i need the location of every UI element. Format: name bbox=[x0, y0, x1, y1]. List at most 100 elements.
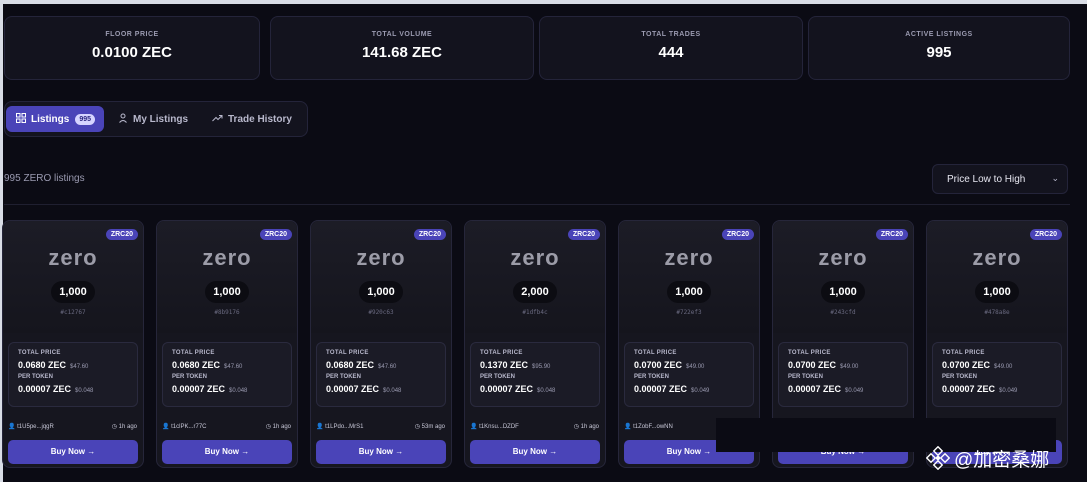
listing-card[interactable]: ZRC20 zero 1,000 #920c63 TOTAL PRICE 0.0… bbox=[310, 220, 452, 468]
sort-select[interactable]: Price Low to High ⌄ bbox=[932, 164, 1068, 194]
listings-count-badge: 995 bbox=[75, 113, 96, 125]
watermark: @加密桑娜 bbox=[926, 444, 1086, 472]
token-amount: 1,000 bbox=[821, 281, 865, 303]
tab-listings[interactable]: Listings 995 bbox=[6, 106, 104, 132]
buy-now-button[interactable]: Buy Now → bbox=[162, 440, 292, 464]
price-box: TOTAL PRICE 0.0700 ZEC $49.00 PER TOKEN 0… bbox=[932, 342, 1062, 407]
token-amount: 1,000 bbox=[975, 281, 1019, 303]
per-token-zec: 0.00007 ZEC bbox=[942, 384, 996, 394]
seller-address: 👤 t1clPK...r77C bbox=[162, 424, 207, 430]
price-box: TOTAL PRICE 0.0700 ZEC $49.00 PER TOKEN 0… bbox=[624, 342, 754, 407]
stat-floor-price: FLOOR PRICE 0.0100 ZEC bbox=[4, 16, 260, 80]
zrc20-badge: ZRC20 bbox=[1029, 229, 1062, 240]
token-amount: 2,000 bbox=[513, 281, 557, 303]
total-price-zec: 0.0680 ZEC bbox=[18, 360, 67, 370]
watermark-text: @加密桑娜 bbox=[954, 449, 1050, 471]
divider bbox=[4, 204, 1070, 205]
buy-now-button[interactable]: Buy Now → bbox=[316, 440, 446, 464]
per-token-label: PER TOKEN bbox=[480, 374, 515, 380]
stat-label: TOTAL TRADES bbox=[641, 31, 701, 38]
zero-logo: zero bbox=[972, 245, 1022, 270]
per-token-zec: 0.00007 ZEC bbox=[480, 384, 534, 394]
per-token-usd: $0.049 bbox=[999, 388, 1018, 394]
zrc20-badge: ZRC20 bbox=[413, 229, 446, 240]
stat-value: 0.0100 ZEC bbox=[91, 44, 173, 61]
token-image: ZRC20 zero 1,000 #8b9176 bbox=[157, 221, 297, 333]
total-price-usd: $47.60 bbox=[224, 364, 243, 370]
seller-text: t1ZobF...owNN bbox=[633, 424, 673, 430]
total-price-zec: 0.0700 ZEC bbox=[788, 360, 837, 370]
zero-logo: zero bbox=[664, 245, 714, 270]
total-price-label: TOTAL PRICE bbox=[788, 350, 831, 356]
total-price-zec: 0.0700 ZEC bbox=[942, 360, 991, 370]
zrc20-badge: ZRC20 bbox=[875, 229, 908, 240]
age-text: 1h ago bbox=[118, 424, 137, 430]
seller-address: 👤 t1ZobF...owNN bbox=[624, 424, 673, 430]
seller-text: t1U5pe...jqgR bbox=[17, 424, 54, 430]
total-price-label: TOTAL PRICE bbox=[634, 350, 677, 356]
inscription-hash: #1dfb4c bbox=[522, 309, 548, 316]
listing-card[interactable]: ZRC20 zero 1,000 #8b9176 TOTAL PRICE 0.0… bbox=[156, 220, 298, 468]
chevron-down-icon: ⌄ bbox=[1051, 173, 1059, 183]
listing-age: ◷ 53m ago bbox=[414, 424, 445, 430]
inscription-hash: #478a8e bbox=[984, 309, 1010, 316]
zrc20-badge: ZRC20 bbox=[567, 229, 600, 240]
per-token-label: PER TOKEN bbox=[942, 374, 977, 380]
top-edge bbox=[0, 0, 1087, 4]
token-amount: 1,000 bbox=[51, 281, 95, 303]
zero-logo: zero bbox=[48, 245, 98, 270]
token-image: ZRC20 zero 1,000 #478a8e bbox=[927, 221, 1067, 333]
price-box: TOTAL PRICE 0.0700 ZEC $49.00 PER TOKEN 0… bbox=[778, 342, 908, 407]
per-token-zec: 0.00007 ZEC bbox=[326, 384, 380, 394]
tab-trade-history[interactable]: Trade History bbox=[212, 106, 292, 132]
tab-label: My Listings bbox=[133, 113, 189, 125]
total-price-zec: 0.0700 ZEC bbox=[634, 360, 683, 370]
token-image: ZRC20 zero 1,000 #920c63 bbox=[311, 221, 451, 333]
grid-icon bbox=[16, 112, 26, 126]
stats-row: FLOOR PRICE 0.0100 ZEC TOTAL VOLUME 141.… bbox=[4, 16, 1070, 80]
stat-total-volume: TOTAL VOLUME 141.68 ZEC bbox=[270, 16, 534, 80]
age-text: 1h ago bbox=[272, 424, 291, 430]
total-price-label: TOTAL PRICE bbox=[326, 350, 369, 356]
tab-label: Listings bbox=[31, 113, 70, 125]
per-token-zec: 0.00007 ZEC bbox=[172, 384, 226, 394]
inscription-hash: #722ef3 bbox=[676, 309, 702, 316]
stat-active-listings: ACTIVE LISTINGS 995 bbox=[808, 16, 1070, 80]
inscription-hash: #c12767 bbox=[60, 309, 86, 316]
tab-my-listings[interactable]: My Listings bbox=[118, 106, 188, 132]
token-image: ZRC20 zero 1,000 #c12767 bbox=[3, 221, 143, 333]
listing-card[interactable]: ZRC20 zero 1,000 #c12767 TOTAL PRICE 0.0… bbox=[2, 220, 144, 468]
sort-selected-value: Price Low to High bbox=[947, 173, 1026, 185]
stat-total-trades: TOTAL TRADES 444 bbox=[539, 16, 803, 80]
age-text: 1h ago bbox=[580, 424, 599, 430]
zero-logo: zero bbox=[356, 245, 406, 270]
total-price-label: TOTAL PRICE bbox=[480, 350, 523, 356]
listing-card[interactable]: ZRC20 zero 2,000 #1dfb4c TOTAL PRICE 0.1… bbox=[464, 220, 606, 468]
token-image: ZRC20 zero 1,000 #722ef3 bbox=[619, 221, 759, 333]
zero-logo: zero bbox=[818, 245, 868, 270]
token-image: ZRC20 zero 1,000 #243cfd bbox=[773, 221, 913, 333]
total-price-usd: $95.90 bbox=[532, 364, 551, 370]
tab-label: Trade History bbox=[228, 113, 292, 125]
price-box: TOTAL PRICE 0.0680 ZEC $47.60 PER TOKEN 0… bbox=[162, 342, 292, 407]
total-price-usd: $49.00 bbox=[686, 364, 705, 370]
buy-now-button[interactable]: Buy Now → bbox=[470, 440, 600, 464]
token-amount: 1,000 bbox=[359, 281, 403, 303]
seller-text: t1Knsu...DZDF bbox=[479, 424, 519, 430]
per-token-label: PER TOKEN bbox=[326, 374, 361, 380]
stat-value: 995 bbox=[926, 44, 952, 61]
listing-age: ◷ 1h ago bbox=[265, 424, 291, 430]
total-price-label: TOTAL PRICE bbox=[172, 350, 215, 356]
per-token-zec: 0.00007 ZEC bbox=[634, 384, 688, 394]
total-price-zec: 0.0680 ZEC bbox=[326, 360, 375, 370]
seller-text: t1clPK...r77C bbox=[171, 424, 207, 430]
per-token-usd: $0.049 bbox=[691, 388, 710, 394]
stat-label: ACTIVE LISTINGS bbox=[905, 31, 973, 38]
zero-logo: zero bbox=[202, 245, 252, 270]
buy-now-button[interactable]: Buy Now → bbox=[8, 440, 138, 464]
token-amount: 1,000 bbox=[667, 281, 711, 303]
seller-address: 👤 t1LPdo...MrS1 bbox=[316, 424, 364, 430]
per-token-label: PER TOKEN bbox=[788, 374, 823, 380]
stat-label: FLOOR PRICE bbox=[105, 31, 159, 38]
inscription-hash: #920c63 bbox=[368, 309, 394, 316]
